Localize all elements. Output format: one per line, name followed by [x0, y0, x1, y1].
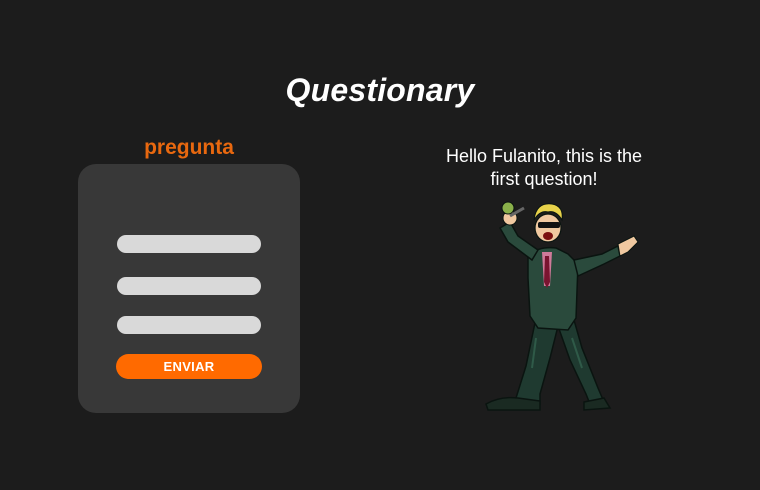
- question-label: pregunta: [144, 136, 234, 159]
- page-title: Questionary: [285, 72, 475, 108]
- questionary-page: Questionary pregunta ENVIAR Hello Fulani…: [0, 0, 760, 490]
- singing-character-illustration: [485, 201, 639, 411]
- greeting-line-1: Hello Fulanito, this is the: [445, 146, 643, 166]
- answer-field-1[interactable]: [117, 235, 261, 253]
- greeting-line-2: first question!: [490, 169, 598, 189]
- greeting-text: Hello Fulanito, this is the first questi…: [414, 145, 674, 191]
- answer-field-2[interactable]: [117, 277, 261, 295]
- send-button[interactable]: ENVIAR: [116, 354, 262, 379]
- answer-field-3[interactable]: [117, 316, 261, 334]
- question-form-card: ENVIAR: [78, 164, 300, 413]
